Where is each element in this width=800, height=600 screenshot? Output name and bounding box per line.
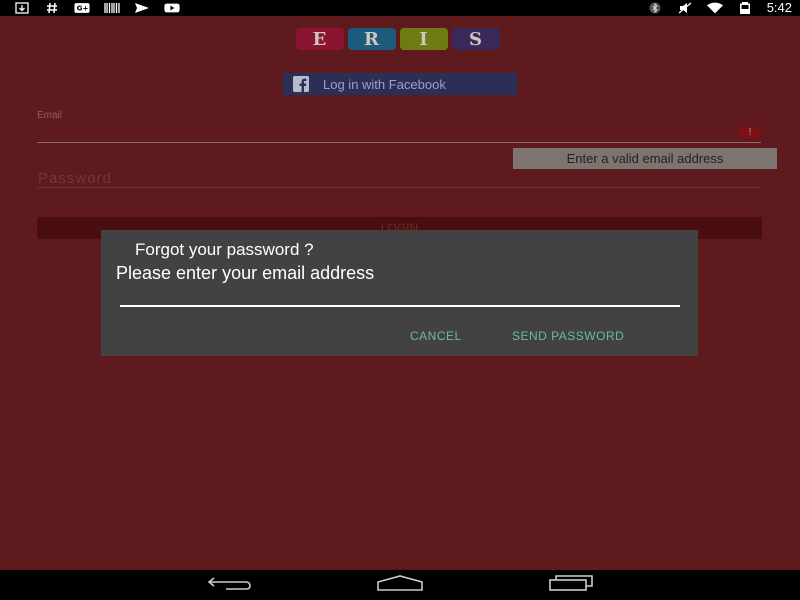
cancel-button[interactable]: CANCEL xyxy=(410,329,462,343)
recents-icon xyxy=(548,574,594,597)
notification-icons: G+ xyxy=(14,0,180,16)
send-icon xyxy=(134,2,150,14)
logo-tile-e: E xyxy=(296,28,344,50)
barcode-icon xyxy=(104,2,120,14)
facebook-login-label: Log in with Facebook xyxy=(323,76,446,92)
error-tooltip: Enter a valid email address xyxy=(513,148,777,169)
logo-tile-i: I xyxy=(400,28,448,50)
status-time: 5:42 xyxy=(766,0,792,15)
back-icon xyxy=(206,574,252,597)
mute-icon xyxy=(677,2,693,14)
app-logo: E R I S xyxy=(296,28,500,50)
hash-icon xyxy=(44,2,60,14)
download-icon xyxy=(14,2,30,14)
home-icon xyxy=(376,574,424,597)
dialog-message: Please enter your email address xyxy=(116,263,375,283)
dialog-title: Forgot your password ? xyxy=(135,240,314,259)
status-bar: G+ 5:42 xyxy=(0,0,800,16)
facebook-login-button[interactable]: Log in with Facebook xyxy=(283,73,517,95)
password-field[interactable] xyxy=(37,187,761,188)
forgot-password-dialog: Forgot your password ? Please enter your… xyxy=(101,230,698,356)
email-field[interactable] xyxy=(37,142,761,143)
youtube-icon xyxy=(164,2,180,14)
system-icons: 5:42 xyxy=(647,0,792,16)
battery-icon xyxy=(737,2,753,14)
error-icon: ! xyxy=(738,126,762,139)
wifi-icon xyxy=(706,2,723,14)
logo-tile-s: S xyxy=(452,28,500,50)
dialog-email-input[interactable] xyxy=(120,286,680,307)
email-label: Email xyxy=(37,110,63,121)
navigation-bar xyxy=(0,570,800,600)
bluetooth-icon xyxy=(647,2,663,14)
facebook-icon xyxy=(293,76,309,92)
google-plus-icon: G+ xyxy=(74,2,90,14)
logo-tile-r: R xyxy=(348,28,396,50)
send-password-button[interactable]: SEND PASSWORD xyxy=(512,329,624,343)
back-button[interactable] xyxy=(206,576,252,594)
home-button[interactable] xyxy=(376,574,424,597)
password-field-hint: Password xyxy=(38,170,112,187)
login-screen: E R I S Log in with Facebook Email ! Ent… xyxy=(0,16,800,570)
recents-button[interactable] xyxy=(548,574,594,597)
svg-text:G+: G+ xyxy=(77,4,89,13)
